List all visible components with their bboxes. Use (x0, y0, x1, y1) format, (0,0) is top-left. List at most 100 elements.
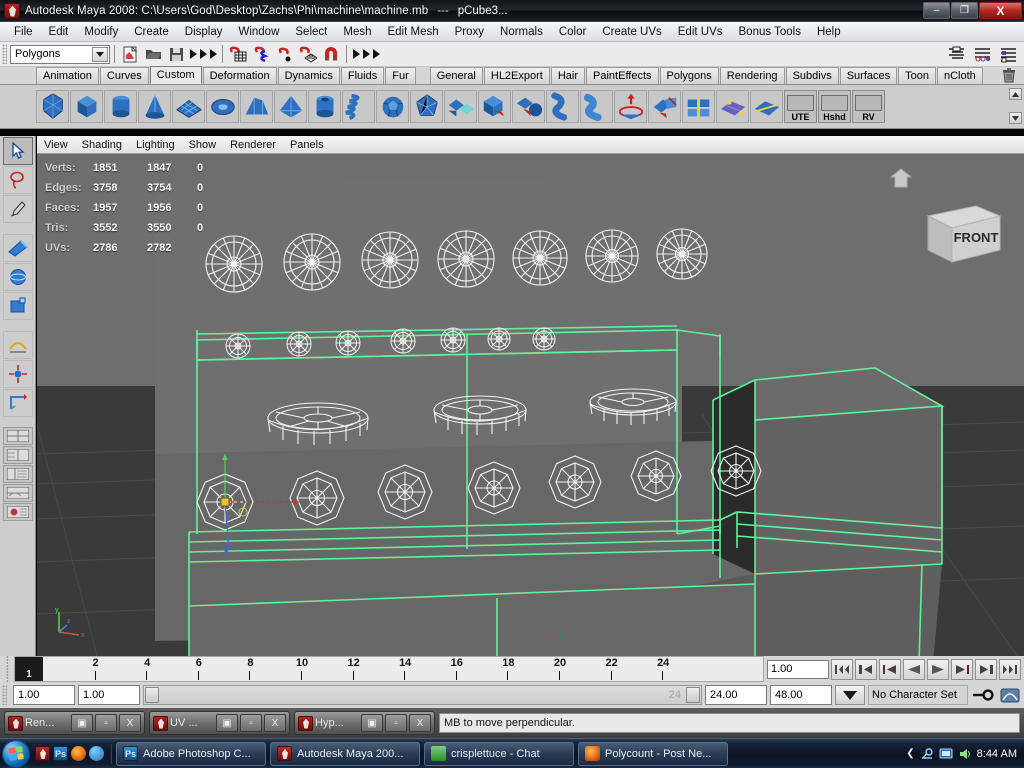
insert-edge-loop-icon[interactable] (716, 90, 749, 123)
shelf-tab-general[interactable]: General (429, 67, 483, 84)
selection-mask-arrow-2-icon[interactable] (198, 44, 208, 65)
firefox-icon[interactable] (71, 746, 86, 761)
shelf-button-ute[interactable]: UTE (784, 90, 817, 123)
chevron-down-icon[interactable] (92, 46, 108, 62)
history-arrow-1-icon[interactable] (351, 44, 361, 65)
menu-item-create-uvs[interactable]: Create UVs (594, 24, 669, 40)
magnet-icon[interactable] (320, 44, 341, 65)
shelf-scroll-buttons[interactable] (1009, 88, 1022, 124)
current-frame-indicator[interactable]: 1 (15, 657, 43, 681)
close-button[interactable]: X (979, 2, 1022, 19)
minimize-button[interactable]: ▫ (95, 714, 117, 732)
go-to-start-icon[interactable] (831, 658, 853, 680)
layout-persp-outliner[interactable] (2, 465, 33, 483)
shelf-tab-dynamics[interactable]: Dynamics (277, 67, 340, 84)
poly-prism-icon[interactable] (240, 90, 273, 123)
viewport-menu-show[interactable]: Show (182, 138, 224, 152)
taskbar-clock[interactable]: 8:44 AM (977, 748, 1017, 760)
menu-item-display[interactable]: Display (177, 24, 231, 40)
view-cube[interactable]: FRONT (914, 194, 1010, 270)
show-channel-box-icon[interactable] (998, 44, 1019, 65)
combine-icon[interactable] (444, 90, 477, 123)
menu-item-proxy[interactable]: Proxy (447, 24, 492, 40)
menu-item-mesh[interactable]: Mesh (335, 24, 379, 40)
close-button[interactable]: X (409, 714, 431, 732)
poly-cone-icon[interactable] (138, 90, 171, 123)
shelf-tab-toon[interactable]: Toon (898, 67, 936, 84)
shelf-tab-hair[interactable]: Hair (550, 67, 586, 84)
current-time-field[interactable]: 1.00 (767, 659, 829, 679)
toolbar-grip[interactable] (2, 44, 7, 64)
layout-persp-graph[interactable] (2, 484, 33, 502)
range-slider-left-handle[interactable] (145, 687, 159, 703)
menu-item-create[interactable]: Create (126, 24, 177, 40)
media-icon[interactable] (89, 746, 104, 761)
chevron-up-icon[interactable]: ❮ (906, 748, 914, 759)
scale-tool[interactable] (2, 292, 33, 320)
shelf-tab-polygons[interactable]: Polygons (659, 67, 719, 84)
snap-to-grid-icon[interactable] (228, 44, 249, 65)
shelf-tab-fur[interactable]: Fur (385, 67, 416, 84)
minimized-window-2[interactable]: UV ... ▣ ▫ X (149, 711, 290, 735)
taskbar-item-3[interactable]: crisplettuce - Chat (424, 741, 574, 766)
shelf-tab-surfaces[interactable]: Surfaces (839, 67, 898, 84)
paint-select-tool[interactable] (2, 195, 33, 223)
poly-sphere-icon[interactable] (36, 90, 69, 123)
poly-cube-icon[interactable] (70, 90, 103, 123)
snap-to-point-icon[interactable] (274, 44, 295, 65)
history-arrow-3-icon[interactable] (371, 44, 381, 65)
show-attribute-editor-icon[interactable] (946, 44, 967, 65)
minimize-button[interactable]: – (923, 2, 950, 19)
step-forward-frame-icon[interactable] (951, 658, 973, 680)
minimized-window-3[interactable]: Hyp... ▣ ▫ X (294, 711, 435, 735)
shelf-button-hshd[interactable]: Hshd (818, 90, 851, 123)
show-tool-settings-icon[interactable] (972, 44, 993, 65)
range-slider-grip[interactable] (2, 685, 7, 705)
menu-item-normals[interactable]: Normals (492, 24, 551, 40)
layout-single-perspective-view[interactable] (2, 427, 33, 445)
new-scene-icon[interactable] (120, 44, 141, 65)
poly-soccerball-icon[interactable] (376, 90, 409, 123)
extrude-icon[interactable] (580, 90, 613, 123)
restore-button[interactable]: ▣ (71, 714, 93, 732)
menu-item-color[interactable]: Color (551, 24, 594, 40)
select-tool[interactable] (2, 137, 33, 165)
network-icon[interactable] (920, 747, 934, 761)
animation-end-time-field[interactable]: 48.00 (770, 685, 832, 705)
snap-to-curve-icon[interactable] (251, 44, 272, 65)
start-button[interactable] (2, 739, 30, 768)
menu-item-select[interactable]: Select (287, 24, 335, 40)
booleans-icon[interactable] (478, 90, 511, 123)
smooth-icon[interactable] (546, 90, 579, 123)
snap-to-view-plane-icon[interactable] (297, 44, 318, 65)
lasso-tool[interactable] (2, 166, 33, 194)
split-polygon-icon[interactable] (682, 90, 715, 123)
shelf-tab-custom[interactable]: Custom (149, 66, 202, 84)
close-button[interactable]: X (119, 714, 141, 732)
volume-icon[interactable] (958, 747, 972, 761)
shelf-tab-deformation[interactable]: Deformation (202, 67, 277, 84)
step-forward-keyframe-icon[interactable] (975, 658, 997, 680)
open-scene-icon[interactable] (143, 44, 164, 65)
shelf-tab-ncloth[interactable]: nCloth (936, 67, 983, 84)
step-back-keyframe-icon[interactable] (855, 658, 877, 680)
restore-button[interactable]: ▣ (361, 714, 383, 732)
range-start-time-field[interactable]: 1.00 (78, 685, 140, 705)
shelf-tab-subdivs[interactable]: Subdivs (785, 67, 839, 84)
menu-item-edit-uvs[interactable]: Edit UVs (670, 24, 731, 40)
trash-icon[interactable] (1002, 67, 1016, 83)
save-scene-icon[interactable] (166, 44, 187, 65)
shelf-scroll-down-icon[interactable] (1009, 112, 1022, 124)
viewport-menu-lighting[interactable]: Lighting (129, 138, 182, 152)
shelf-tab-fluids[interactable]: Fluids (340, 67, 385, 84)
home-icon[interactable] (889, 168, 913, 188)
menu-item-edit[interactable]: Edit (41, 24, 77, 40)
menu-item-window[interactable]: Window (230, 24, 287, 40)
photoshop-icon[interactable]: Ps (53, 746, 68, 761)
selection-mask-arrow-1-icon[interactable] (188, 44, 198, 65)
menu-item-help[interactable]: Help (809, 24, 849, 40)
shelf-scroll-up-icon[interactable] (1009, 88, 1022, 100)
maya-icon[interactable] (35, 746, 50, 761)
auto-keyframe-icon[interactable] (971, 685, 995, 705)
viewport-menu-shading[interactable]: Shading (75, 138, 129, 152)
